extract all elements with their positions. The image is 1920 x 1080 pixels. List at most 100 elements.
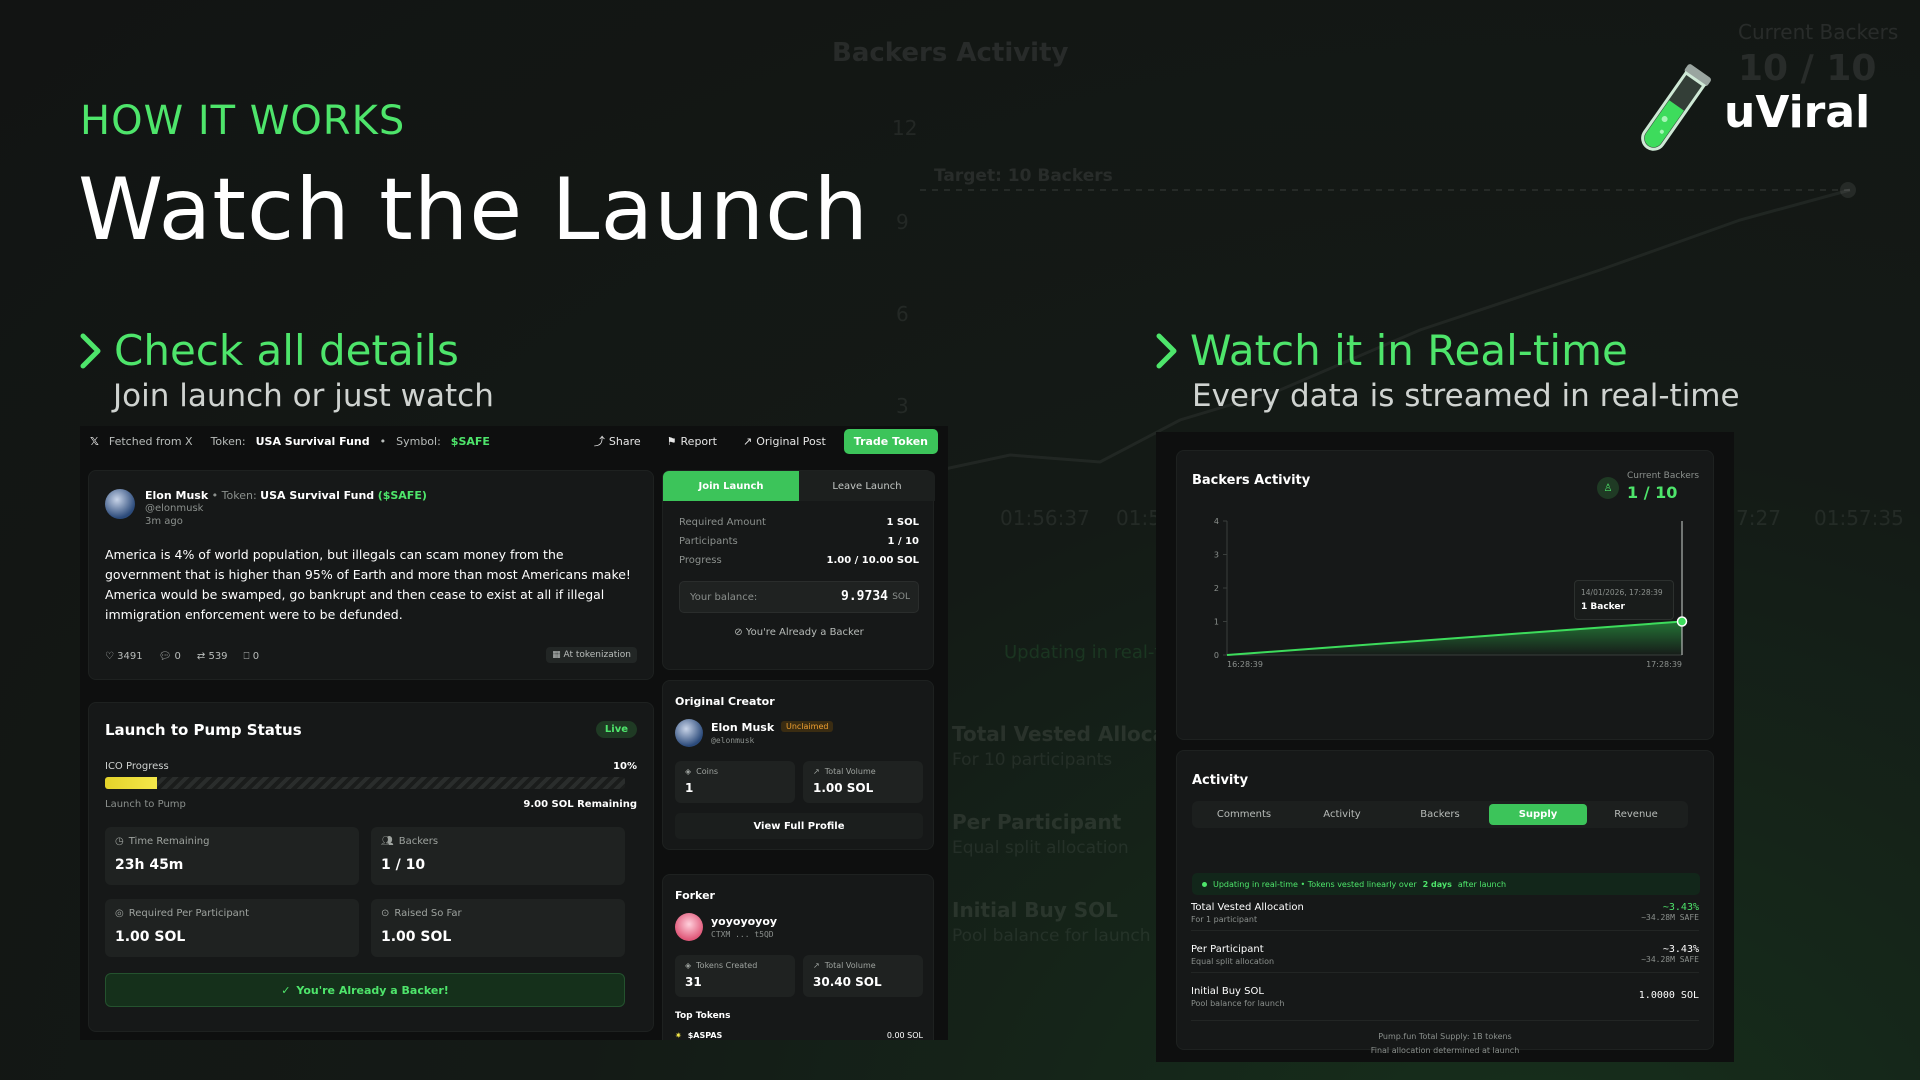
bookmark-stat[interactable]: ⎕ 0 <box>244 651 260 662</box>
launch-label: Launch to Pump <box>105 799 186 810</box>
y-tick-label: 0 <box>1214 651 1219 660</box>
current-backers-value: 1 / 10 <box>1627 483 1678 502</box>
post-author: Elon Musk <box>145 489 209 502</box>
token-icon: ✷ <box>675 1031 682 1040</box>
tab-revenue[interactable]: Revenue <box>1587 804 1685 825</box>
tab-backers[interactable]: Backers <box>1391 804 1489 825</box>
join-row-value: 1 / 10 <box>887 536 920 547</box>
already-backer-label: You're Already a Backer! <box>296 983 449 997</box>
stat-value: 1.00 SOL <box>813 781 874 795</box>
trade-token-button[interactable]: Trade Token <box>843 428 938 454</box>
supply-row-values: ~3.43% ~34.28M SAFE <box>1641 944 1699 964</box>
creator-panel: Original Creator Elon Musk Unclaimed @el… <box>662 680 934 850</box>
forker-title: Forker <box>675 889 715 902</box>
post-token-symbol: ($SAFE) <box>377 489 427 502</box>
avatar <box>105 489 135 519</box>
y-tick-label: 2 <box>1214 584 1219 593</box>
supply-row-value2: ~34.28M SAFE <box>1641 913 1699 922</box>
check-circle-icon: ⊘ <box>734 627 743 638</box>
chart-point[interactable] <box>1676 616 1688 627</box>
already-backer-note-text: You're Already a Backer <box>745 627 864 638</box>
supply-row-sub: Pool balance for launch <box>1191 999 1285 1008</box>
chart-title: Backers Activity <box>1192 473 1311 488</box>
stat-value: 1 / 10 <box>381 857 426 873</box>
tab-supply[interactable]: Supply <box>1489 804 1587 825</box>
supply-row-title: Per Participant <box>1191 944 1264 955</box>
share-button[interactable]: ⤴ Share <box>586 428 649 454</box>
tab-activity[interactable]: Activity <box>1293 804 1391 825</box>
realtime-screenshot: Backers Activity ♙ Current Backers 1 / 1… <box>1156 432 1734 1062</box>
join-panel: Join Launch Leave Launch Required Amount… <box>662 470 935 670</box>
x-tick-label: 16:28:39 <box>1227 660 1263 669</box>
post-text: America is 4% of world population, but i… <box>105 547 631 622</box>
dot-separator: • <box>379 434 387 448</box>
row-divider <box>1191 1020 1699 1021</box>
brand-logo: uViral <box>1630 58 1870 166</box>
chevron-right-icon <box>1156 333 1177 368</box>
backers-activity-panel: Backers Activity ♙ Current Backers 1 / 1… <box>1176 450 1714 740</box>
supply-row-title: Initial Buy SOL <box>1191 986 1264 997</box>
y-tick-label: 4 <box>1214 517 1219 526</box>
top-tokens-title: Top Tokens <box>675 1011 731 1021</box>
report-label: Report <box>680 434 717 448</box>
stat-value: 1 <box>685 781 694 795</box>
x-tick-label: 17:28:39 <box>1646 660 1682 669</box>
supply-row-title: Total Vested Allocation <box>1191 902 1304 913</box>
top-token-row[interactable]: ✷ $ASPAS 0.00 SOL <box>675 1031 923 1040</box>
stat-value: 31 <box>685 975 702 989</box>
supply-row-value2: ~34.28M SAFE <box>1641 955 1699 964</box>
like-stat[interactable]: ♡ 3491 <box>105 651 143 662</box>
supply-row: Total Vested Allocation For 1 participan… <box>1191 902 1699 924</box>
stat-label: ↗ Total Volume <box>813 767 876 776</box>
launch-status-panel: Launch to Pump Status Live ICO Progress … <box>88 702 654 1032</box>
view-profile-button[interactable]: View Full Profile <box>675 813 923 839</box>
ico-percent: 10% <box>613 761 637 772</box>
supply-row-values: 1.0000 SOL <box>1639 990 1699 1001</box>
stat-label-text: Coins <box>696 767 719 776</box>
brand-name: uViral <box>1724 86 1871 138</box>
page-title: Watch the Launch <box>78 160 869 260</box>
stat-label: ⊙ Raised So Far <box>381 908 462 919</box>
stat-label-text: Time Remaining <box>128 836 210 847</box>
join-rows: Required Amount 1 SOL Participants 1 / 10 … <box>679 517 919 566</box>
tokenization-badge: ▦ At tokenization <box>546 647 637 663</box>
clock-icon: ◷ <box>115 836 124 847</box>
top-token-value: 0.00 SOL <box>886 1031 923 1040</box>
tooltip-time: 14/01/2026, 17:28:39 <box>1581 587 1663 597</box>
comment-stat[interactable]: 💬︎ 0 <box>159 651 181 662</box>
join-launch-tab[interactable]: Join Launch <box>663 471 799 501</box>
activity-title: Activity <box>1192 773 1249 788</box>
symbol-value: $SAFE <box>450 434 490 448</box>
already-backer-button[interactable]: ✓ You're Already a Backer! <box>105 973 625 1007</box>
creator-title: Original Creator <box>675 695 775 708</box>
creator-volume: ↗ Total Volume 1.00 SOL <box>803 761 923 803</box>
stat-label: ◈ Coins <box>685 767 718 776</box>
report-button[interactable]: ⚑ Report <box>659 430 725 453</box>
original-post-button[interactable]: ↗ Original Post <box>735 430 834 453</box>
heart-icon: ♡ <box>105 651 114 662</box>
coin-icon: ◈ <box>685 767 692 776</box>
supply-row-sub: For 1 participant <box>1191 915 1258 924</box>
bookmark-count: 0 <box>252 651 260 662</box>
fetched-label: Fetched from X <box>108 434 193 448</box>
y-tick-label: 1 <box>1214 618 1219 627</box>
stat-label-text: Required Per Participant <box>128 908 250 919</box>
creator-coins: ◈ Coins 1 <box>675 761 795 803</box>
creator-name: Elon Musk <box>711 721 775 734</box>
post-author-line: Elon Musk • Token: USA Survival Fund ($S… <box>145 489 427 502</box>
stat-value: 30.40 SOL <box>813 975 882 989</box>
stat-label: ↗ Total Volume <box>813 961 876 970</box>
retweet-stat[interactable]: ⇄ 539 <box>197 651 228 662</box>
live-dot-icon <box>1202 881 1207 887</box>
tab-comments[interactable]: Comments <box>1195 804 1293 825</box>
leave-launch-tab[interactable]: Leave Launch <box>799 471 935 501</box>
activity-tabs: Comments Activity Backers Supply Revenue <box>1192 801 1688 828</box>
stat-label-text: Total Volume <box>824 767 876 776</box>
retweet-icon: ⇄ <box>196 651 206 662</box>
stat-value: 23h 45m <box>115 857 184 873</box>
stat-backers: 👥︎ Backers 1 / 10 <box>371 827 625 885</box>
supply-row-sub: Equal split allocation <box>1191 957 1275 966</box>
forker-volume: ↗ Total Volume 30.40 SOL <box>803 955 923 997</box>
stat-label: ◎ Required Per Participant <box>115 908 249 919</box>
backers-chart: 0 1 2 3 4 16:28:39 17:28:39 <box>1214 517 1688 669</box>
